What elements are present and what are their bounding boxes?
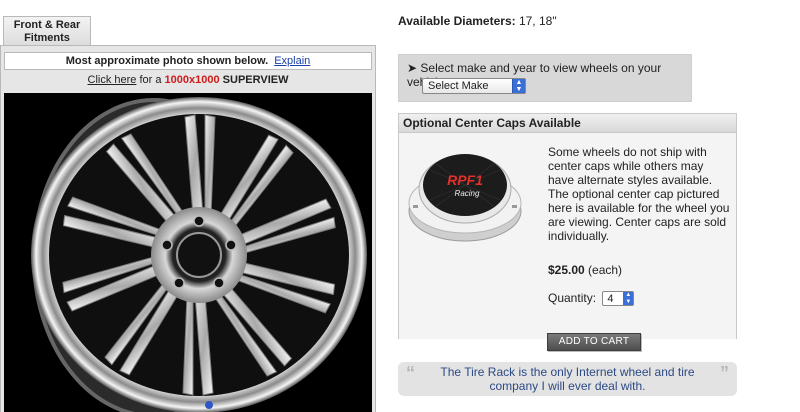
quantity-select[interactable]: 4 ▲ ▼ bbox=[602, 291, 635, 307]
tab-label: Front & Rear Fitments bbox=[13, 19, 81, 44]
add-to-cart-button[interactable]: ADD TO CART bbox=[547, 333, 641, 351]
diameters-label: Available Diameters: bbox=[398, 14, 516, 28]
quantity-row: Quantity: 4 ▲ ▼ bbox=[548, 291, 635, 307]
wheel-image bbox=[31, 97, 367, 412]
arrow-right-icon: ➤ bbox=[407, 61, 418, 75]
diameters-value: 17, 18" bbox=[518, 14, 557, 28]
center-caps-body: RPF1 Racing Some wheels do not ship with… bbox=[399, 133, 736, 351]
cap-logo-sub: Racing bbox=[455, 189, 480, 198]
vehicle-selector: ➤ Select make and year to view wheels on… bbox=[398, 54, 692, 102]
explain-link[interactable]: Explain bbox=[274, 55, 310, 67]
superview-middle: for a bbox=[136, 74, 165, 86]
superview-resolution: 1000x1000 bbox=[164, 74, 220, 86]
make-select[interactable]: Select Make ▲ ▼ bbox=[422, 78, 526, 94]
center-cap-image: RPF1 Racing bbox=[408, 154, 522, 242]
center-caps-title: Optional Center Caps Available bbox=[399, 114, 736, 133]
cap-logo-text: RPF1 bbox=[447, 172, 483, 188]
close-quote-icon: ” bbox=[720, 363, 729, 383]
price-value: $25.00 bbox=[548, 263, 585, 277]
make-select-value: Select Make bbox=[428, 80, 489, 92]
price-unit: (each) bbox=[584, 263, 623, 277]
tab-front-rear-fitments[interactable]: Front & Rear Fitments bbox=[3, 16, 91, 46]
available-diameters: Available Diameters: 17, 18" bbox=[398, 14, 557, 28]
quantity-label: Quantity: bbox=[548, 291, 597, 305]
center-caps-box: Optional Center Caps Available RPF1 Raci… bbox=[398, 113, 737, 351]
photo-notice: Most approximate photo shown below. Expla… bbox=[4, 52, 372, 70]
click-here-link[interactable]: Click here bbox=[88, 74, 137, 86]
testimonial-text: The Tire Rack is the only Internet wheel… bbox=[440, 365, 695, 393]
quantity-arrows-icon: ▲ ▼ bbox=[623, 292, 634, 306]
quantity-value: 4 bbox=[607, 293, 614, 306]
testimonial: “ ” The Tire Rack is the only Internet w… bbox=[398, 362, 737, 396]
select-arrows-icon: ▲ ▼ bbox=[512, 79, 525, 93]
superview-line: Click here for a 1000x1000 SUPERVIEW bbox=[4, 71, 372, 89]
photo-notice-text: Most approximate photo shown below. bbox=[65, 55, 269, 67]
open-quote-icon: “ bbox=[406, 363, 415, 383]
center-cap-price: $25.00 (each) bbox=[548, 263, 622, 277]
superview-label: SUPERVIEW bbox=[222, 74, 289, 86]
center-cap-description: Some wheels do not ship with center caps… bbox=[548, 145, 730, 243]
wheel-photo[interactable] bbox=[4, 93, 372, 412]
